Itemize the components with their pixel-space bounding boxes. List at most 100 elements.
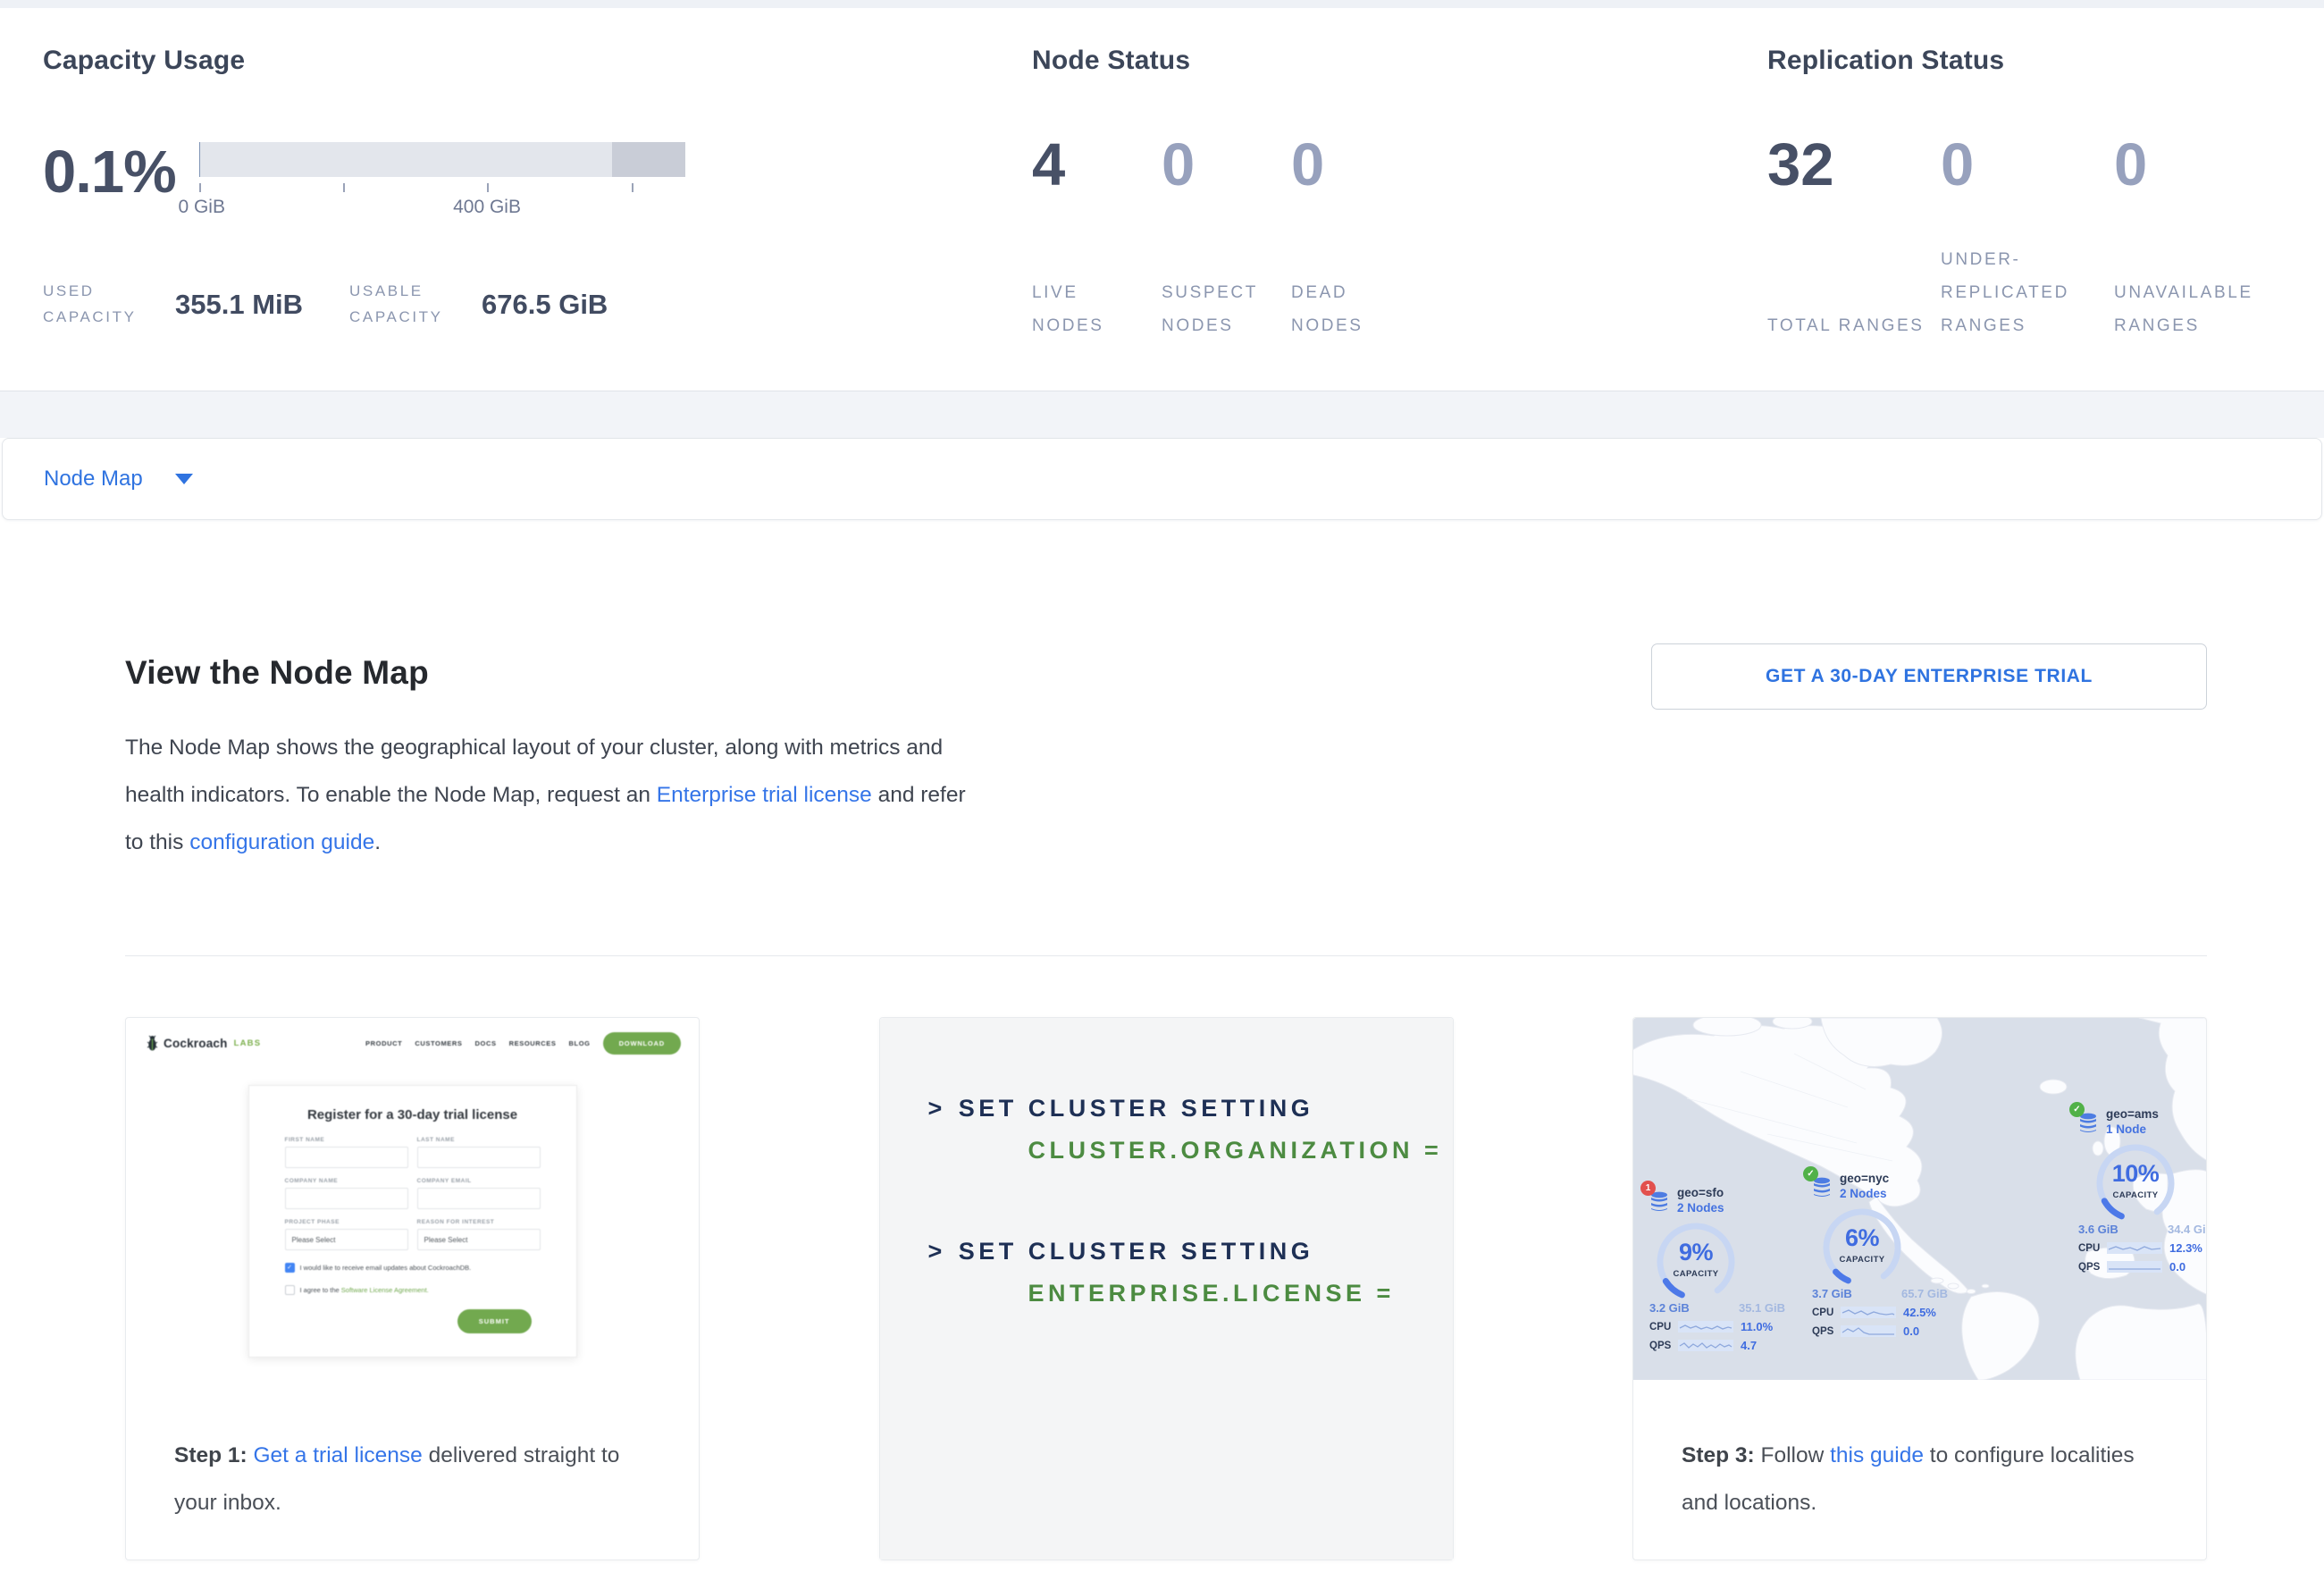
marker-header: 1 geo=sfo 2 Nodes [1649, 1186, 1791, 1217]
brand-name: Cockroach [164, 1037, 228, 1050]
cpu-value: 42.5% [1903, 1306, 1936, 1319]
tick-mark [343, 183, 345, 192]
qps-value: 4.7 [1741, 1339, 1757, 1352]
replication-status-columns: 32 TOTAL RANGES 0 UNDER-REPLICATED RANGE… [1767, 135, 2312, 342]
last-name-field: LAST NAME [417, 1137, 541, 1168]
capacity-bar-ticks [199, 183, 685, 194]
tick-mark [199, 183, 201, 192]
qps-value: 0.0 [1903, 1324, 1919, 1338]
capacity-usage-section: Capacity Usage 0.1% 0 GiB [43, 46, 758, 331]
step1-card: Cockroach LABS PRODUCT CUSTOMERS DOCS RE… [125, 1017, 700, 1560]
nav-docs: DOCS [475, 1039, 497, 1047]
node-map-dropdown-bar[interactable]: Node Map [2, 438, 2322, 520]
node-map-dropdown-label[interactable]: Node Map [44, 467, 143, 492]
qps-label: QPS [2078, 1262, 2107, 1273]
company-name-field: COMPANY NAME [285, 1178, 408, 1209]
database-icon [1812, 1177, 1832, 1198]
qps-row: QPS 0.0 [1812, 1324, 1953, 1338]
checkbox-checked-icon: ✓ [285, 1263, 295, 1273]
unavailable-ranges-value: 0 [2114, 135, 2287, 195]
step2-caption: Step 2: Activate the trial license with … [880, 1560, 1453, 1589]
step3-label: Step 3: [1682, 1443, 1755, 1467]
capacity-label: CAPACITY [1653, 1269, 1739, 1279]
capacity-axis-labels: 0 GiB 400 GiB [199, 197, 685, 222]
download-button: DOWNLOAD [603, 1032, 681, 1055]
locality-name: geo=sfo [1677, 1186, 1724, 1199]
sql-setting-license: ENTERPRISE.LICENSE = [1028, 1280, 1453, 1307]
cpu-value: 12.3% [2169, 1241, 2202, 1255]
locality-name: geo=nyc [1840, 1172, 1889, 1185]
capacity-max: 65.7 GiB [1901, 1287, 1948, 1300]
company-name-input [285, 1188, 408, 1209]
sql-setting-organization: CLUSTER.ORGANIZATION = [1028, 1137, 1453, 1164]
sql-command-2: >SET CLUSTER SETTING [928, 1238, 1453, 1265]
cockroach-labs-logo: Cockroach LABS [146, 1035, 261, 1052]
healthy-check-icon: ✓ [1803, 1166, 1818, 1181]
node-count: 2 Nodes [1677, 1201, 1724, 1215]
registration-mini-page: Cockroach LABS PRODUCT CUSTOMERS DOCS RE… [126, 1018, 699, 1380]
mini-site-nav: PRODUCT CUSTOMERS DOCS RESOURCES BLOG DO… [365, 1032, 681, 1055]
nav-blog: BLOG [569, 1039, 591, 1047]
unavailable-ranges-stat: 0 UNAVAILABLE RANGES [2114, 135, 2287, 342]
caption-text: Follow [1755, 1443, 1830, 1467]
under-replicated-ranges-label: UNDER-REPLICATED RANGES [1941, 243, 2103, 342]
total-ranges-value: 32 [1767, 135, 1941, 195]
live-nodes-label: LIVE NODES [1032, 276, 1154, 342]
marker-icon-wrap: 1 [1649, 1191, 1669, 1217]
enterprise-trial-license-link[interactable]: Enterprise trial license [657, 783, 872, 807]
under-replicated-ranges-stat: 0 UNDER-REPLICATED RANGES [1941, 135, 2114, 342]
last-name-input [417, 1147, 541, 1168]
dead-nodes-label: DEAD NODES [1291, 276, 1413, 342]
replication-status-section: Replication Status 32 TOTAL RANGES 0 UND… [1767, 46, 2312, 342]
qps-sparkline [1841, 1325, 1896, 1337]
registration-screenshot: Cockroach LABS PRODUCT CUSTOMERS DOCS RE… [126, 1018, 699, 1380]
tick-mark [632, 183, 633, 192]
section-description: The Node Map shows the geographical layo… [125, 724, 981, 866]
get-trial-license-link[interactable]: Get a trial license [254, 1443, 423, 1467]
chevron-down-icon[interactable] [175, 474, 193, 484]
qps-row: QPS 4.7 [1649, 1339, 1791, 1352]
nav-product: PRODUCT [365, 1039, 402, 1047]
axis-label-400gib: 400 GiB [453, 197, 521, 218]
axis-label-0gib: 0 GiB [178, 197, 225, 218]
project-phase-field: PROJECT PHASE Please Select [285, 1219, 408, 1250]
step3-caption: Step 3: Follow this guide to configure l… [1633, 1380, 2206, 1526]
used-capacity-value: 355.1 MiB [175, 289, 303, 321]
cpu-row: CPU 42.5% [1812, 1306, 1953, 1319]
capacity-gauge: 10% CAPACITY [2093, 1140, 2178, 1226]
caption-text [248, 1443, 254, 1467]
qps-label: QPS [1812, 1326, 1841, 1337]
company-email-label: COMPANY EMAIL [417, 1178, 541, 1184]
capacity-gauge: 6% CAPACITY [1819, 1205, 1905, 1291]
healthy-check-icon: ✓ [2069, 1102, 2085, 1117]
marker-labels: geo=ams 1 Node [2106, 1107, 2159, 1136]
capacity-bar-track [199, 142, 685, 177]
panel-gap [0, 391, 2324, 438]
suspect-nodes-value: 0 [1162, 135, 1291, 195]
sql-prompt: > [928, 1238, 946, 1265]
step1-caption: Step 1: Get a trial license delivered st… [126, 1380, 699, 1526]
sql-command-text: SET CLUSTER SETTING [959, 1095, 1314, 1122]
used-capacity-label: USED CAPACITY [43, 279, 161, 331]
node-count: 2 Nodes [1840, 1187, 1889, 1200]
email-updates-text: I would like to receive email updates ab… [300, 1264, 472, 1272]
step3-card: 1 geo=sfo 2 Nodes [1632, 1017, 2207, 1560]
first-name-field: FIRST NAME [285, 1137, 408, 1168]
get-enterprise-trial-button[interactable]: GET A 30-DAY ENTERPRISE TRIAL [1651, 643, 2207, 710]
section-divider [125, 955, 2207, 956]
first-name-label: FIRST NAME [285, 1137, 408, 1143]
replication-status-title: Replication Status [1767, 46, 2312, 76]
capacity-bar-used-fill [199, 142, 200, 177]
marker-icon-wrap: ✓ [2078, 1113, 2098, 1139]
registration-form-fields: FIRST NAME LAST NAME COMPANY NAME [285, 1137, 541, 1250]
this-guide-link[interactable]: this guide [1830, 1443, 1924, 1467]
project-phase-label: PROJECT PHASE [285, 1219, 408, 1225]
section-header-text: View the Node Map The Node Map shows the… [125, 654, 981, 866]
cpu-row: CPU 12.3% [2078, 1241, 2206, 1255]
company-email-input [417, 1188, 541, 1209]
total-ranges-stat: 32 TOTAL RANGES [1767, 135, 1941, 342]
configuration-guide-link[interactable]: configuration guide [189, 830, 374, 854]
usable-capacity-label: USABLE CAPACITY [349, 279, 467, 331]
reason-label: REASON FOR INTEREST [417, 1219, 541, 1225]
cpu-label: CPU [1812, 1307, 1841, 1318]
